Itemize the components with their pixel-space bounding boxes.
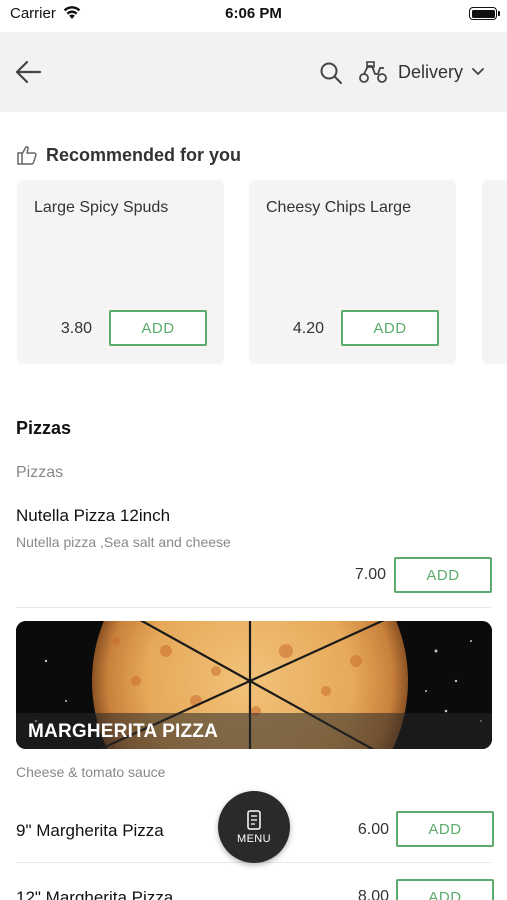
delivery-mode-selector[interactable]: Delivery <box>358 56 493 88</box>
menu-item-name: 12" Margherita Pizza <box>16 888 174 900</box>
add-button[interactable]: ADD <box>396 879 494 900</box>
back-arrow-icon <box>15 60 42 84</box>
recommended-item-name: Large Spicy Spuds <box>34 199 169 216</box>
menu-book-icon <box>247 809 261 830</box>
status-bar: Carrier 6:06 PM <box>0 0 507 30</box>
recommended-card[interactable]: Cheesy Chips Large 4.20 ADD <box>249 180 456 364</box>
back-button[interactable] <box>14 58 44 86</box>
battery-icon <box>469 7 500 20</box>
banner-title: MARGHERITA PIZZA <box>28 721 219 742</box>
add-button[interactable]: ADD <box>394 557 492 593</box>
menu-item-price: 7.00 <box>354 566 386 583</box>
recommended-item-price: 3.80 <box>60 320 92 337</box>
recommended-card-peek[interactable] <box>482 180 507 364</box>
category-banner: MARGHERITA PIZZA <box>16 621 492 749</box>
recommended-title: Recommended for you <box>46 144 242 165</box>
divider <box>16 607 491 608</box>
search-button[interactable] <box>318 60 344 86</box>
add-button[interactable]: ADD <box>109 310 207 346</box>
section-title: Pizzas <box>16 418 72 438</box>
subcategory-title: Pizzas <box>16 464 64 481</box>
menu-item-description: Nutella pizza ,Sea salt and cheese <box>16 534 231 550</box>
app-header: Delivery <box>0 32 507 112</box>
recommended-card[interactable]: Large Spicy Spuds 3.80 ADD <box>17 180 224 364</box>
add-button[interactable]: ADD <box>396 811 494 847</box>
menu-item-name: Nutella Pizza 12inch <box>16 506 171 525</box>
thumbs-up-icon <box>17 146 37 165</box>
recommended-item-price: 4.20 <box>292 320 324 337</box>
recommended-header: Recommended for you <box>16 142 241 168</box>
add-button[interactable]: ADD <box>341 310 439 346</box>
search-icon <box>320 62 342 84</box>
category-description: Cheese & tomato sauce <box>16 764 166 780</box>
menu-button-label: MENU <box>237 832 271 845</box>
recommended-item-name: Cheesy Chips Large <box>266 199 411 216</box>
menu-item-price: 8.00 <box>357 888 389 900</box>
scooter-icon <box>359 61 387 83</box>
menu-item-price: 6.00 <box>357 821 389 838</box>
delivery-mode-label: Delivery <box>398 61 464 82</box>
banner-overlay: MARGHERITA PIZZA <box>16 713 492 749</box>
chevron-down-icon <box>472 68 484 76</box>
menu-button[interactable]: MENU <box>218 791 290 863</box>
clock: 6:06 PM <box>225 5 282 22</box>
menu-item-name: 9" Margherita Pizza <box>16 821 164 840</box>
